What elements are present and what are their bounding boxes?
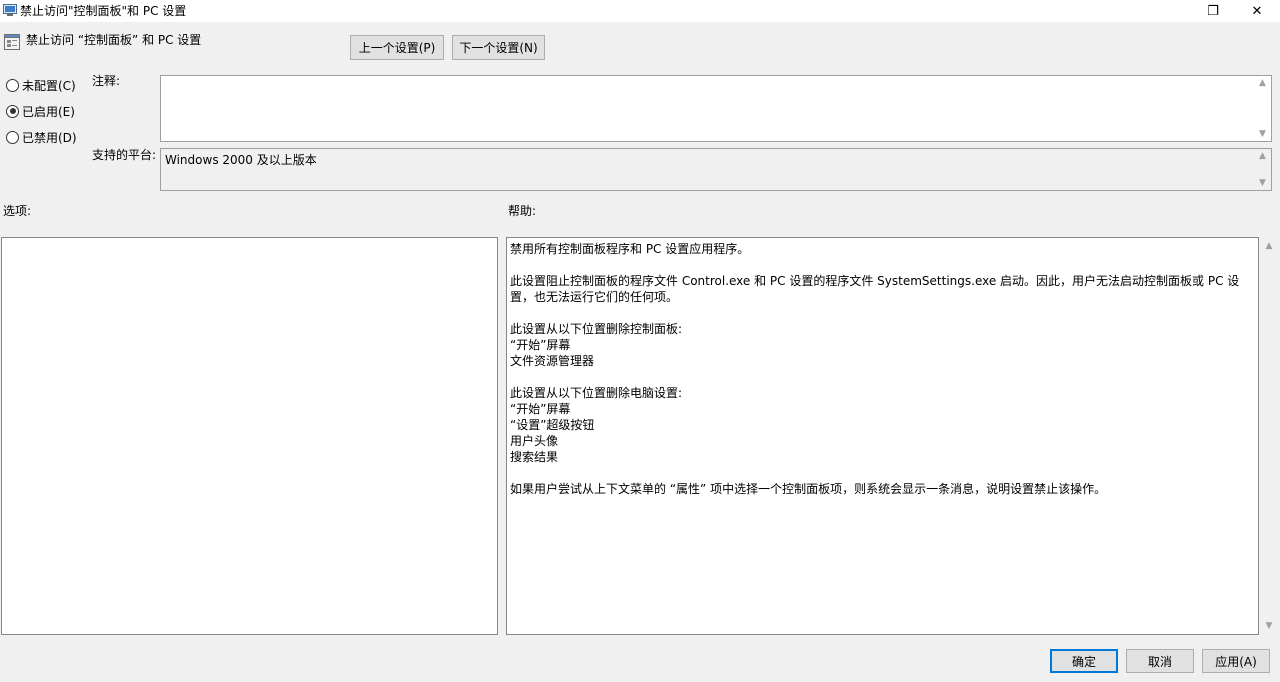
- close-icon: ✕: [1251, 3, 1263, 19]
- restore-icon: ❐: [1207, 3, 1219, 19]
- help-line: 搜索结果: [510, 450, 559, 464]
- platform-label: 支持的平台:: [92, 148, 157, 162]
- help-blank-line: [510, 465, 1255, 481]
- options-pane: [1, 237, 498, 635]
- radio-disabled[interactable]: 已禁用(D): [6, 129, 77, 145]
- help-blank-line: [510, 305, 1255, 321]
- policy-window-icon: [3, 4, 17, 16]
- window-title: 禁止访问"控制面板"和 PC 设置: [20, 4, 187, 18]
- help-line: 如果用户尝试从上下文菜单的 “属性” 项中选择一个控制面板项，则系统会显示一条消…: [510, 482, 1107, 496]
- help-line: “开始”屏幕: [510, 402, 571, 416]
- help-blank-line: [510, 369, 1255, 385]
- apply-button[interactable]: 应用(A): [1202, 649, 1270, 673]
- scroll-down-icon[interactable]: ▼: [1259, 129, 1266, 139]
- help-pane: 禁用所有控制面板程序和 PC 设置应用程序。此设置阻止控制面板的程序文件 Con…: [506, 237, 1259, 635]
- options-label: 选项:: [3, 204, 32, 218]
- platform-value: Windows 2000 及以上版本: [165, 153, 317, 167]
- help-line: “设置”超级按钮: [510, 418, 595, 432]
- help-line: 禁用所有控制面板程序和 PC 设置应用程序。: [510, 242, 750, 256]
- help-label: 帮助:: [508, 204, 537, 218]
- platform-scrollbar[interactable]: ▲ ▼: [1254, 149, 1271, 190]
- radio-disabled-indicator[interactable]: [6, 130, 19, 144]
- close-button[interactable]: ✕: [1234, 0, 1280, 22]
- help-line: “开始”屏幕: [510, 338, 571, 352]
- radio-not-configured-label: 未配置(C): [22, 78, 76, 93]
- help-line: 此设置从以下位置删除电脑设置:: [510, 386, 683, 400]
- platform-field: Windows 2000 及以上版本 ▲ ▼: [160, 148, 1272, 191]
- next-setting-button[interactable]: 下一个设置(N): [452, 35, 545, 60]
- policy-title: 禁止访问 “控制面板” 和 PC 设置: [26, 33, 202, 47]
- radio-not-configured[interactable]: 未配置(C): [6, 77, 76, 93]
- help-line: 此设置阻止控制面板的程序文件 Control.exe 和 PC 设置的程序文件 …: [510, 274, 1240, 304]
- radio-enabled-indicator[interactable]: [6, 104, 19, 118]
- radio-enabled-label: 已启用(E): [22, 104, 75, 119]
- comment-scrollbar[interactable]: ▲ ▼: [1254, 76, 1271, 141]
- help-text: 禁用所有控制面板程序和 PC 设置应用程序。此设置阻止控制面板的程序文件 Con…: [510, 241, 1255, 497]
- radio-not-configured-indicator[interactable]: [6, 78, 19, 92]
- cancel-button[interactable]: 取消: [1126, 649, 1194, 673]
- policy-setting-icon: [4, 34, 20, 50]
- help-scrollbar[interactable]: ▲ ▼: [1260, 237, 1278, 635]
- scroll-down-icon[interactable]: ▼: [1259, 178, 1266, 188]
- help-line: 此设置从以下位置删除控制面板:: [510, 322, 683, 336]
- ok-button[interactable]: 确定: [1050, 649, 1118, 673]
- scroll-down-icon[interactable]: ▼: [1266, 621, 1273, 631]
- help-line: 文件资源管理器: [510, 354, 595, 368]
- scroll-up-icon[interactable]: ▲: [1266, 241, 1273, 251]
- title-bar: 禁止访问"控制面板"和 PC 设置 ❐ ✕: [0, 0, 1280, 22]
- comment-label: 注释:: [92, 74, 121, 88]
- previous-setting-button[interactable]: 上一个设置(P): [350, 35, 444, 60]
- radio-enabled[interactable]: 已启用(E): [6, 103, 75, 119]
- scroll-up-icon[interactable]: ▲: [1259, 78, 1266, 88]
- restore-button[interactable]: ❐: [1190, 0, 1236, 22]
- help-line: 用户头像: [510, 434, 559, 448]
- radio-disabled-label: 已禁用(D): [22, 130, 77, 145]
- scroll-up-icon[interactable]: ▲: [1259, 151, 1266, 161]
- help-blank-line: [510, 257, 1255, 273]
- comment-textarea[interactable]: ▲ ▼: [160, 75, 1272, 142]
